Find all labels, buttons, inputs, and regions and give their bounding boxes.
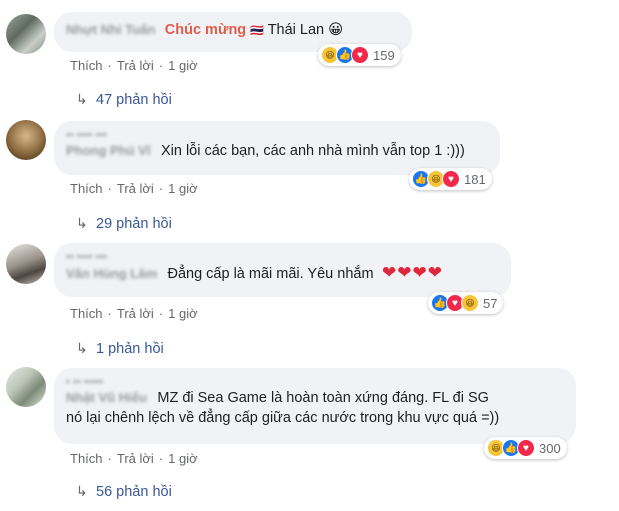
reaction-count: 300	[539, 440, 561, 456]
comment-text: Thái Lan	[267, 22, 325, 38]
avatar[interactable]	[6, 367, 46, 407]
view-replies-link[interactable]: ↳ 1 phản hồi	[76, 340, 164, 357]
highlight-text: Chúc mừng	[164, 22, 247, 38]
view-replies-link[interactable]: ↳ 47 phản hồi	[76, 91, 172, 108]
reaction-count: 57	[483, 295, 498, 311]
comment-actions: Thích · Trả lời · 1 giờ	[70, 181, 198, 196]
commenter-name[interactable]: Phong Phú Vĩ	[66, 143, 151, 158]
like-link[interactable]: Thích	[70, 181, 103, 196]
commenter-group: ▪▪ ▪▪▪▪ ▪▪▪	[66, 251, 108, 263]
comment-bubble: ▪▪ ▪▪▪▪ ▪▪▪ Phong Phú Vĩ Xin lỗi các bạn…	[54, 121, 500, 175]
like-link[interactable]: Thích	[70, 58, 103, 73]
replies-count: 56 phản hồi	[96, 484, 172, 500]
replies-count: 47 phản hồi	[96, 92, 172, 108]
view-replies-link[interactable]: ↳ 29 phản hồi	[76, 215, 172, 232]
reactions-summary[interactable]: 👍 ♥ 😆 57	[428, 292, 504, 314]
view-replies-link[interactable]: ↳ 56 phản hồi	[76, 483, 172, 500]
comment-text-line-2: nó lại chênh lệch về đẳng cấp giữa các n…	[66, 410, 500, 426]
comment-actions: Thích · Trả lời · 1 giờ	[70, 306, 198, 321]
like-link[interactable]: Thích	[70, 451, 103, 466]
reply-arrow-icon: ↳	[76, 91, 88, 107]
reply-link[interactable]: Trả lời	[117, 451, 154, 466]
reply-link[interactable]: Trả lời	[117, 181, 154, 196]
comment-actions: Thích · Trả lời · 1 giờ	[70, 58, 198, 73]
comment-text: Xin lỗi các bạn, các anh nhà mình vẫn to…	[160, 143, 465, 159]
reactions-summary[interactable]: 👍 😆 ♥ 181	[409, 168, 492, 190]
timestamp[interactable]: 1 giờ	[168, 58, 198, 73]
love-reaction-icon: ♥	[517, 439, 535, 457]
reply-link[interactable]: Trả lời	[117, 58, 154, 73]
commenter-group: ▪ ▪▪ ▪▪▪▪▪	[66, 376, 104, 388]
reply-arrow-icon: ↳	[76, 483, 88, 499]
avatar[interactable]	[6, 244, 46, 284]
avatar[interactable]	[6, 14, 46, 54]
comments-page: { "comments": [ { "name": "Nhựt Nhi Tuấn…	[0, 0, 619, 511]
replies-count: 1 phản hồi	[96, 341, 164, 357]
like-link[interactable]: Thích	[70, 306, 103, 321]
commenter-group: ▪▪ ▪▪▪▪ ▪▪▪	[66, 129, 108, 141]
avatar[interactable]	[6, 120, 46, 160]
commenter-name[interactable]: Nhật Vũ Hiếu	[66, 390, 147, 405]
commenter-name[interactable]: Nhựt Nhi Tuấn	[66, 22, 155, 37]
reply-arrow-icon: ↳	[76, 340, 88, 356]
love-reaction-icon: ♥	[351, 46, 369, 64]
comment-text: Đẳng cấp là mãi mãi. Yêu nhắm	[167, 266, 374, 282]
timestamp[interactable]: 1 giờ	[168, 306, 198, 321]
reactions-summary[interactable]: 😆 👍 ♥ 159	[318, 44, 401, 66]
reply-arrow-icon: ↳	[76, 215, 88, 231]
grinning-face-icon: 😀	[328, 22, 344, 38]
reactions-summary[interactable]: 😆 👍 ♥ 300	[484, 437, 567, 459]
comment-text-line-1: MZ đi Sea Game là hoàn toàn xứng đáng. F…	[157, 390, 489, 406]
replies-count: 29 phản hồi	[96, 216, 172, 232]
thailand-flag-icon: 🇹🇭	[250, 25, 264, 37]
comment-bubble: ▪▪ ▪▪▪▪ ▪▪▪ Vân Hùng Lâm Đẳng cấp là mãi…	[54, 243, 511, 297]
comment-bubble: ▪ ▪▪ ▪▪▪▪▪ Nhật Vũ Hiếu MZ đi Sea Game l…	[54, 368, 576, 444]
commenter-name[interactable]: Vân Hùng Lâm	[66, 266, 157, 281]
comment-actions: Thích · Trả lời · 1 giờ	[70, 451, 198, 466]
reaction-count: 159	[373, 47, 395, 63]
love-reaction-icon: ♥	[442, 170, 460, 188]
haha-reaction-icon: 😆	[461, 294, 479, 312]
hearts-icon: ❤❤❤❤	[382, 263, 443, 282]
timestamp[interactable]: 1 giờ	[168, 451, 198, 466]
reaction-count: 181	[464, 171, 486, 187]
timestamp[interactable]: 1 giờ	[168, 181, 198, 196]
reply-link[interactable]: Trả lời	[117, 306, 154, 321]
